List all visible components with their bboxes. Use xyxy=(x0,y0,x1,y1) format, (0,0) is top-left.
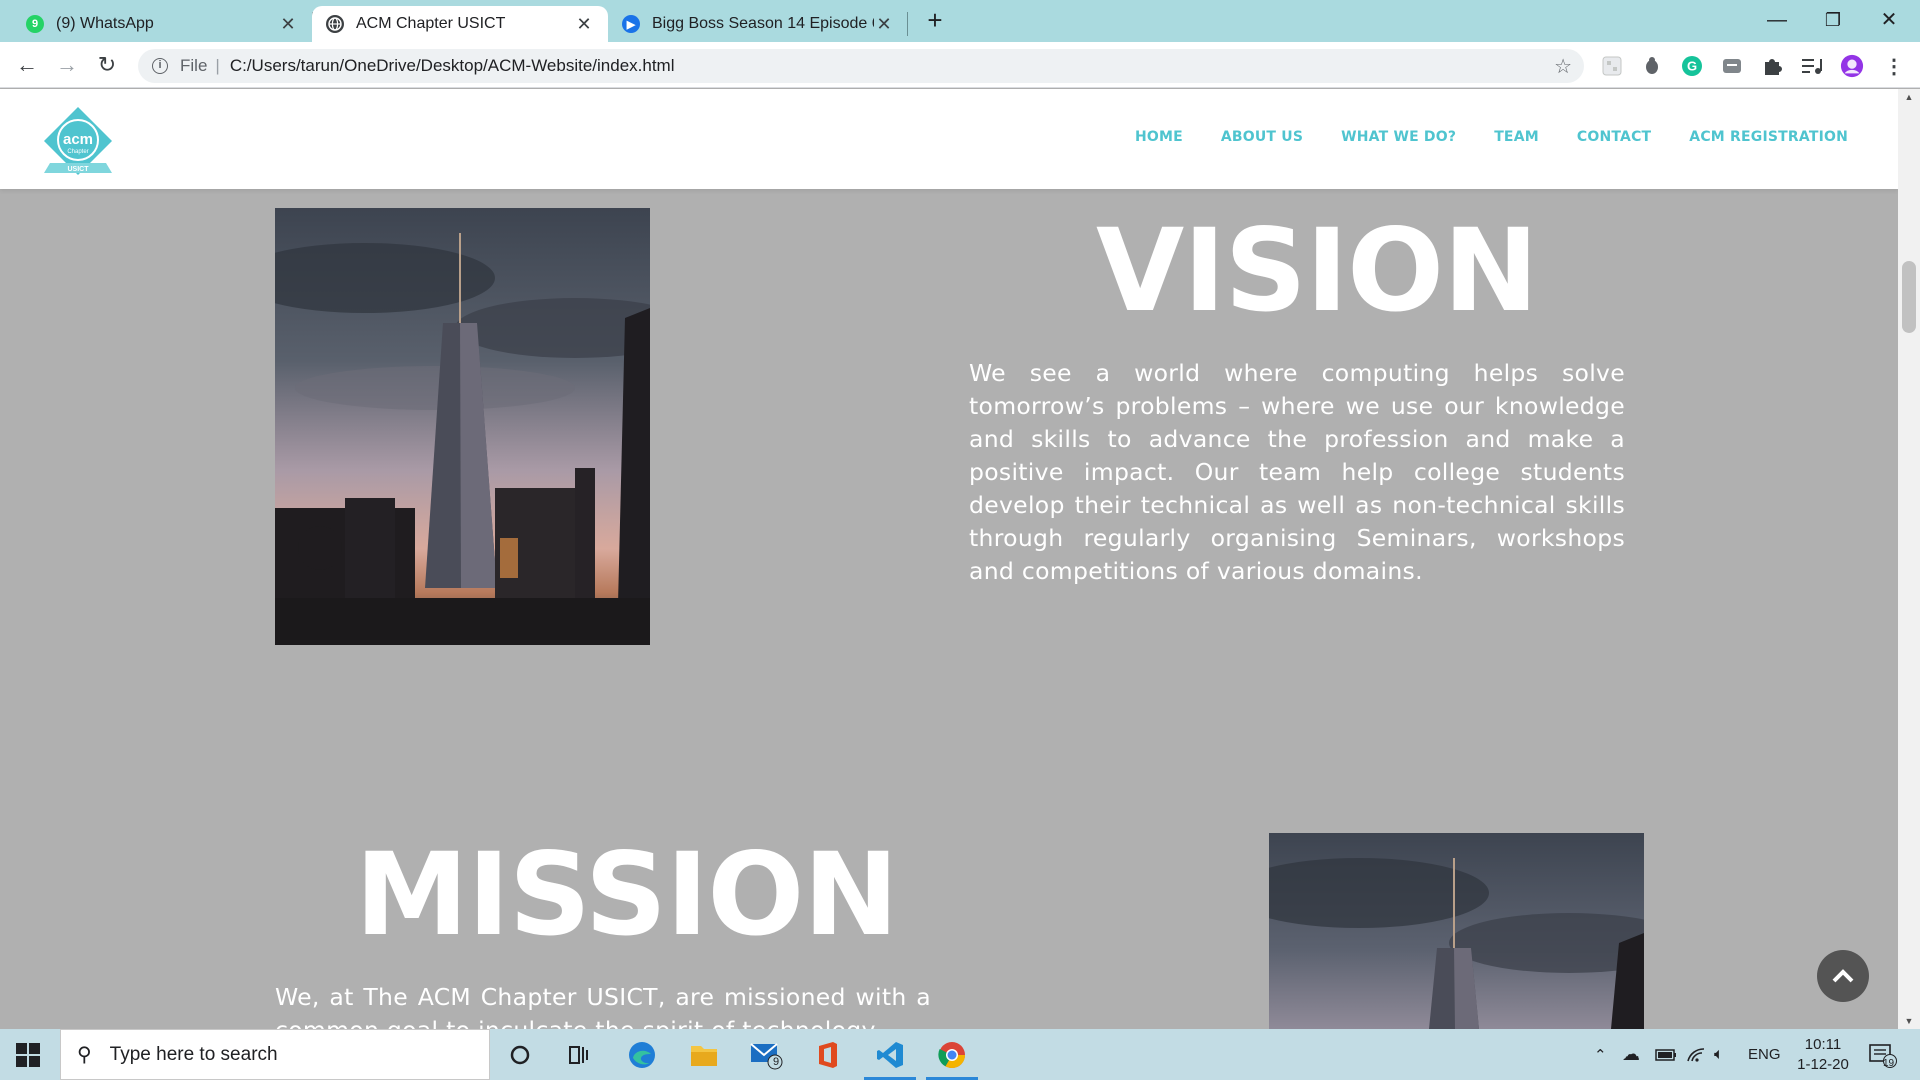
logo-main-text: acm xyxy=(63,131,93,148)
clock-date: 1-12-20 xyxy=(1797,1056,1849,1073)
browser-toolbar: ← → ↻ i File | C:/Users/tarun/OneDrive/D… xyxy=(0,42,1920,88)
vision-paragraph: We see a world where computing helps sol… xyxy=(969,359,1625,585)
task-view-icon[interactable] xyxy=(550,1029,610,1080)
tab-separator xyxy=(907,12,908,36)
clock-time: 10:11 xyxy=(1804,1036,1842,1053)
minimize-button[interactable]: — xyxy=(1749,0,1805,42)
restore-button[interactable]: ❐ xyxy=(1805,0,1861,42)
mission-heading: MISSION xyxy=(355,828,899,961)
window-close-button[interactable]: ✕ xyxy=(1861,0,1917,42)
wifi-icon[interactable] xyxy=(1686,1029,1706,1080)
main-nav: HOME ABOUT US WHAT WE DO? TEAM CONTACT A… xyxy=(1135,129,1848,145)
tab-title: Bigg Boss Season 14 Episode 61 xyxy=(652,15,874,32)
nav-team[interactable]: TEAM xyxy=(1494,129,1539,145)
tab-title: ACM Chapter USICT xyxy=(356,15,506,32)
play-icon: ▶ xyxy=(622,15,640,33)
page-scrollbar[interactable]: ▲ ▼ xyxy=(1898,89,1920,1029)
whatsapp-icon: 9 xyxy=(26,15,44,33)
language-indicator[interactable]: ENG xyxy=(1748,1029,1781,1080)
battery-icon[interactable] xyxy=(1655,1029,1677,1080)
media-control-icon[interactable] xyxy=(1800,54,1824,78)
profile-avatar[interactable] xyxy=(1840,54,1864,78)
back-to-top-button[interactable] xyxy=(1817,950,1869,1002)
scroll-thumb[interactable] xyxy=(1902,261,1916,333)
mail-icon[interactable]: 9 xyxy=(736,1029,796,1080)
nav-what-we-do[interactable]: WHAT WE DO? xyxy=(1341,129,1456,145)
windows-start-icon[interactable] xyxy=(16,1043,40,1067)
system-clock[interactable]: 10:11 1-12-20 xyxy=(1788,1035,1858,1075)
nav-about-us[interactable]: ABOUT US xyxy=(1221,129,1303,145)
new-tab-button[interactable]: + xyxy=(920,6,950,36)
acm-logo[interactable]: acm Chapter USICT xyxy=(40,105,116,179)
browser-menu-icon[interactable]: ⋮ xyxy=(1882,54,1906,78)
tab-bigg-boss[interactable]: ▶ Bigg Boss Season 14 Episode 61 ✕ xyxy=(608,6,908,42)
volume-icon[interactable]: 🔈︎ xyxy=(1714,1029,1724,1080)
chevron-up-icon xyxy=(1832,969,1854,983)
forward-icon[interactable]: → xyxy=(52,50,82,80)
onedrive-cloud-icon[interactable]: ☁ xyxy=(1622,1029,1640,1080)
address-divider: | xyxy=(215,56,220,75)
file-explorer-icon[interactable] xyxy=(674,1029,734,1080)
address-url[interactable]: C:/Users/tarun/OneDrive/Desktop/ACM-Webs… xyxy=(230,56,675,76)
scroll-up-arrow[interactable]: ▲ xyxy=(1898,89,1920,105)
chrome-icon[interactable] xyxy=(922,1029,982,1080)
scroll-down-arrow[interactable]: ▼ xyxy=(1898,1013,1920,1029)
search-icon: ⚲ xyxy=(77,1044,92,1066)
info-icon[interactable]: i xyxy=(152,58,168,74)
vscode-icon[interactable] xyxy=(860,1029,920,1080)
browser-tab-strip: 9 (9) WhatsApp ✕ ACM Chapter USICT ✕ ▶ B… xyxy=(0,0,1920,42)
vision-image xyxy=(275,208,650,645)
back-icon[interactable]: ← xyxy=(12,50,42,80)
nav-acm-registration[interactable]: ACM REGISTRATION xyxy=(1689,129,1848,145)
mission-paragraph: We, at The ACM Chapter USICT, are missio… xyxy=(275,983,931,1029)
tab-title: (9) WhatsApp xyxy=(56,15,154,32)
screen-extension-icon[interactable] xyxy=(1720,54,1744,78)
site-header: acm Chapter USICT HOME ABOUT US WHAT WE … xyxy=(0,89,1898,189)
notification-center-icon[interactable]: 19 xyxy=(1868,1029,1898,1080)
taskbar-search-input[interactable]: ⚲ Type here to search xyxy=(60,1029,490,1080)
windows-taskbar: ⚲ Type here to search 9 ⌃ ☁ 🔈︎ ENG 10:11… xyxy=(0,1029,1920,1080)
extensions-puzzle-icon[interactable] xyxy=(1760,54,1784,78)
show-hidden-icons-chevron-icon[interactable]: ⌃ xyxy=(1594,1029,1607,1080)
logo-sub-text: Chapter xyxy=(67,149,88,155)
mail-badge: 9 xyxy=(773,1056,780,1068)
grammarly-icon[interactable]: G xyxy=(1680,54,1704,78)
reload-icon[interactable]: ↻ xyxy=(92,50,122,80)
mission-image xyxy=(1269,833,1644,1029)
svg-text:G: G xyxy=(1687,59,1697,74)
extension-grid-icon[interactable] xyxy=(1600,54,1624,78)
bookmark-star-icon[interactable]: ☆ xyxy=(1554,54,1572,79)
globe-icon xyxy=(326,15,344,33)
close-icon[interactable]: ✕ xyxy=(874,14,894,35)
close-icon[interactable]: ✕ xyxy=(278,14,298,35)
cortana-icon[interactable] xyxy=(490,1029,550,1080)
edge-icon[interactable] xyxy=(612,1029,672,1080)
notification-badge: 19 xyxy=(1883,1058,1895,1069)
logo-ribbon-text: USICT xyxy=(68,166,90,173)
vision-heading: VISION xyxy=(1096,204,1538,337)
search-placeholder: Type here to search xyxy=(109,1043,278,1065)
tab-acm-chapter[interactable]: ACM Chapter USICT ✕ xyxy=(312,6,608,42)
address-bar[interactable]: i File | C:/Users/tarun/OneDrive/Desktop… xyxy=(138,49,1584,83)
office-icon[interactable] xyxy=(798,1029,858,1080)
nav-contact[interactable]: CONTACT xyxy=(1577,129,1651,145)
tab-whatsapp[interactable]: 9 (9) WhatsApp ✕ xyxy=(12,6,312,42)
close-icon[interactable]: ✕ xyxy=(574,14,594,35)
nav-home[interactable]: HOME xyxy=(1135,129,1183,145)
address-scheme: File xyxy=(180,56,208,75)
bug-extension-icon[interactable] xyxy=(1640,54,1664,78)
